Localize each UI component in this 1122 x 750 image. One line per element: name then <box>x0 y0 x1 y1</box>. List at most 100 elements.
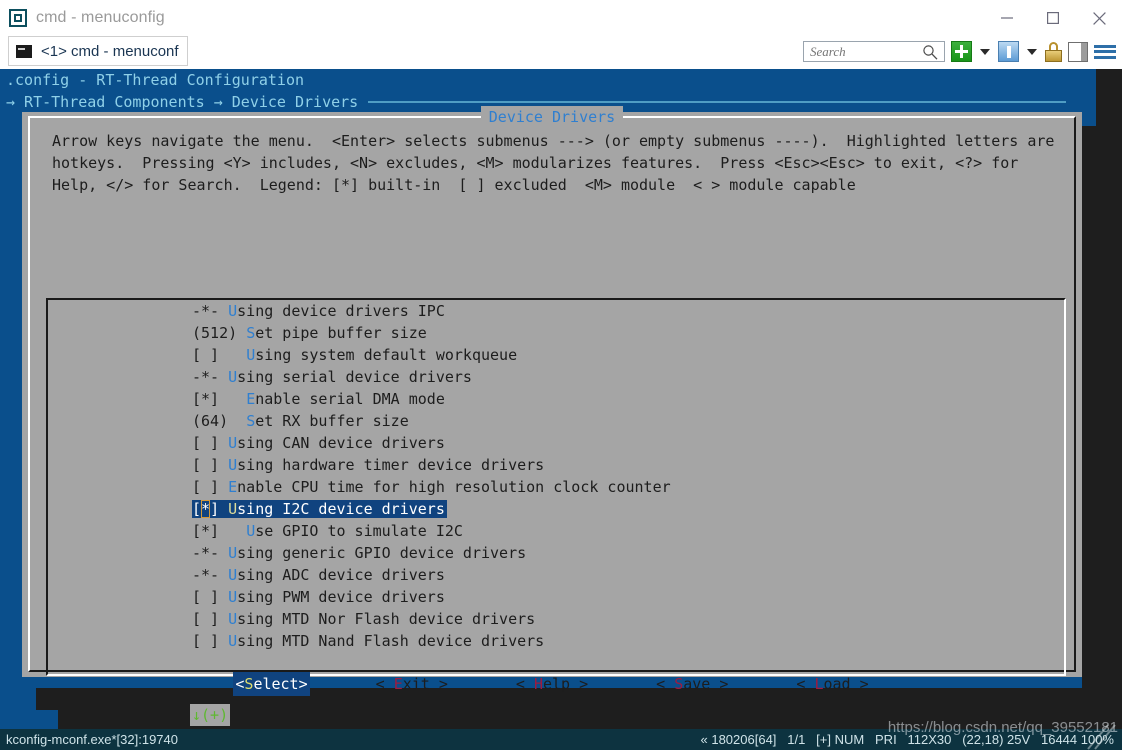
menu-item-label: sing PWM device drivers <box>237 588 445 606</box>
split-panel-icon[interactable] <box>1068 41 1088 62</box>
menu-item-label: nable CPU time for high resolution clock… <box>237 478 671 496</box>
menu-item-marker: (512) <box>192 324 247 342</box>
tab-cmd-menuconf[interactable]: <1> cmd - menuconf <box>8 36 188 66</box>
menu-item-hotkey: U <box>246 346 256 364</box>
search-input[interactable] <box>810 43 922 60</box>
tab-label: <1> cmd - menuconf <box>41 42 179 60</box>
menu-item-hotkey: S <box>246 324 256 342</box>
menu-item-selected: [*] Using I2C device drivers <box>192 500 447 518</box>
hamburger-menu-icon[interactable] <box>1094 43 1116 61</box>
menu-item[interactable]: [*] Enable serial DMA mode <box>48 388 1064 410</box>
menu-item-marker: -*- <box>192 302 229 320</box>
button-hotkey: H <box>533 675 543 693</box>
menu-item-label: nable serial DMA mode <box>255 390 445 408</box>
menu-item-marker: -*- <box>192 368 229 386</box>
toolbar <box>803 41 1116 62</box>
menu-item-marker: [ ] <box>192 588 229 606</box>
tab-strip: <1> cmd - menuconf <box>0 36 1122 69</box>
maximize-button[interactable] <box>1030 0 1076 36</box>
menu-item-marker: [*] <box>192 522 247 540</box>
menu-item-hotkey: U <box>228 434 238 452</box>
menu-item-marker: [ ] <box>192 346 247 364</box>
menu-item[interactable]: [ ] Using MTD Nor Flash device drivers <box>48 608 1064 630</box>
menu-item-label: sing ADC device drivers <box>237 566 445 584</box>
button-label: xit > <box>402 675 448 693</box>
console-window-icon <box>9 9 27 27</box>
menu-item-label: se GPIO to simulate I2C <box>255 522 463 540</box>
lock-icon[interactable] <box>1045 41 1062 62</box>
status-metrics: « 180206[64] 1/1 [+] NUM PRI 112X30 (22,… <box>700 732 1115 747</box>
status-process: kconfig-mconf.exe*[32]:19740 <box>6 732 178 747</box>
application-window: cmd - menuconfig <1> cmd - menuconf Sear… <box>0 0 1122 750</box>
console-icon <box>16 44 32 58</box>
menu-item-label: et pipe buffer size <box>255 324 427 342</box>
menu-item-marker: [ ] <box>192 632 229 650</box>
close-button[interactable] <box>1076 0 1122 36</box>
chevron-down-icon[interactable] <box>1027 48 1037 55</box>
menu-item-hotkey: U <box>228 544 238 562</box>
window-titlebar: cmd - menuconfig <box>0 0 1122 36</box>
menu-item-hotkey: U <box>228 588 238 606</box>
scroll-down-indicator[interactable]: ↓(+) <box>190 704 231 726</box>
button-bracket-open: < <box>796 675 815 693</box>
button-bracket-open: < <box>375 675 394 693</box>
menu-item-label: sing MTD Nor Flash device drivers <box>237 610 536 628</box>
load-button[interactable]: < Load > <box>794 672 870 696</box>
menu-item-bracket-open: [ <box>192 500 202 518</box>
menu-item-label: sing serial device drivers <box>237 368 472 386</box>
menu-item[interactable]: [ ] Using system default workqueue <box>48 344 1064 366</box>
menu-item-marker: [ ] <box>192 478 229 496</box>
menu-item-marker: -*- <box>192 544 229 562</box>
menu-item-hotkey: U <box>228 632 238 650</box>
breadcrumb-rule <box>368 101 1067 103</box>
minimize-button[interactable] <box>984 0 1030 36</box>
terminal-surface[interactable]: .config - RT-Thread Configuration → RT-T… <box>0 69 1122 729</box>
menu-item[interactable]: [*] Using I2C device drivers <box>48 498 1064 520</box>
search-box[interactable] <box>803 41 945 62</box>
dialog-button-bar: <Select> < Exit > < Help > < Save > < Load > <box>22 672 1082 696</box>
button-label: ave > <box>683 675 729 693</box>
console-backdrop-right <box>1096 69 1122 729</box>
menu-item[interactable]: [ ] Enable CPU time for high resolution … <box>48 476 1064 498</box>
menu-item-label: sing generic GPIO device drivers <box>237 544 527 562</box>
menu-item-checkbox-cursor[interactable]: * <box>201 500 211 518</box>
menu-item[interactable]: (512) Set pipe buffer size <box>48 322 1064 344</box>
menu-item-marker: [*] <box>192 390 247 408</box>
select-button[interactable]: <Select> <box>233 672 310 696</box>
menu-item-marker: [ ] <box>192 456 229 474</box>
menu-item-hotkey: U <box>246 522 256 540</box>
menu-item[interactable]: -*- Using serial device drivers <box>48 366 1064 388</box>
blue-info-icon[interactable] <box>998 41 1019 62</box>
menu-item[interactable]: -*- Using device drivers IPC <box>48 300 1064 322</box>
menu-item[interactable]: [ ] Using hardware timer device drivers <box>48 454 1064 476</box>
search-icon[interactable] <box>922 44 938 60</box>
green-plus-icon[interactable] <box>951 41 972 62</box>
button-hotkey: E <box>393 675 403 693</box>
menu-item-hotkey: E <box>228 478 238 496</box>
menu-list[interactable]: -*- Using device drivers IPC (512) Set pi… <box>46 298 1066 676</box>
help-button[interactable]: < Help > <box>514 672 590 696</box>
menu-item[interactable]: [ ] Using MTD Nand Flash device drivers <box>48 630 1064 652</box>
menu-item[interactable]: [ ] Using CAN device drivers <box>48 432 1064 454</box>
menu-item[interactable]: -*- Using generic GPIO device drivers <box>48 542 1064 564</box>
button-label: elect> <box>253 675 308 693</box>
save-button[interactable]: < Save > <box>654 672 730 696</box>
menu-item[interactable]: -*- Using ADC device drivers <box>48 564 1064 586</box>
menu-item[interactable]: [ ] Using PWM device drivers <box>48 586 1064 608</box>
menu-item-hotkey: S <box>246 412 256 430</box>
menuconfig-dialog: Device Drivers Arrow keys navigate the m… <box>22 106 1082 726</box>
button-bracket-open: < <box>656 675 675 693</box>
menu-item[interactable]: (64) Set RX buffer size <box>48 410 1064 432</box>
menu-item-hotkey: U <box>228 456 238 474</box>
menu-item-hotkey: E <box>246 390 256 408</box>
breadcrumb: → RT-Thread Components → Device Drivers <box>6 91 1067 113</box>
button-bracket-open: < <box>515 675 534 693</box>
exit-button[interactable]: < Exit > <box>374 672 450 696</box>
chevron-down-icon[interactable] <box>980 48 990 55</box>
menu-item-hotkey: U <box>228 368 238 386</box>
menu-item[interactable]: [*] Use GPIO to simulate I2C <box>48 520 1064 542</box>
menu-item-label: sing system default workqueue <box>255 346 518 364</box>
window-controls <box>984 0 1122 36</box>
menu-item-label: sing CAN device drivers <box>237 434 445 452</box>
menu-item-label: sing device drivers IPC <box>237 302 445 320</box>
